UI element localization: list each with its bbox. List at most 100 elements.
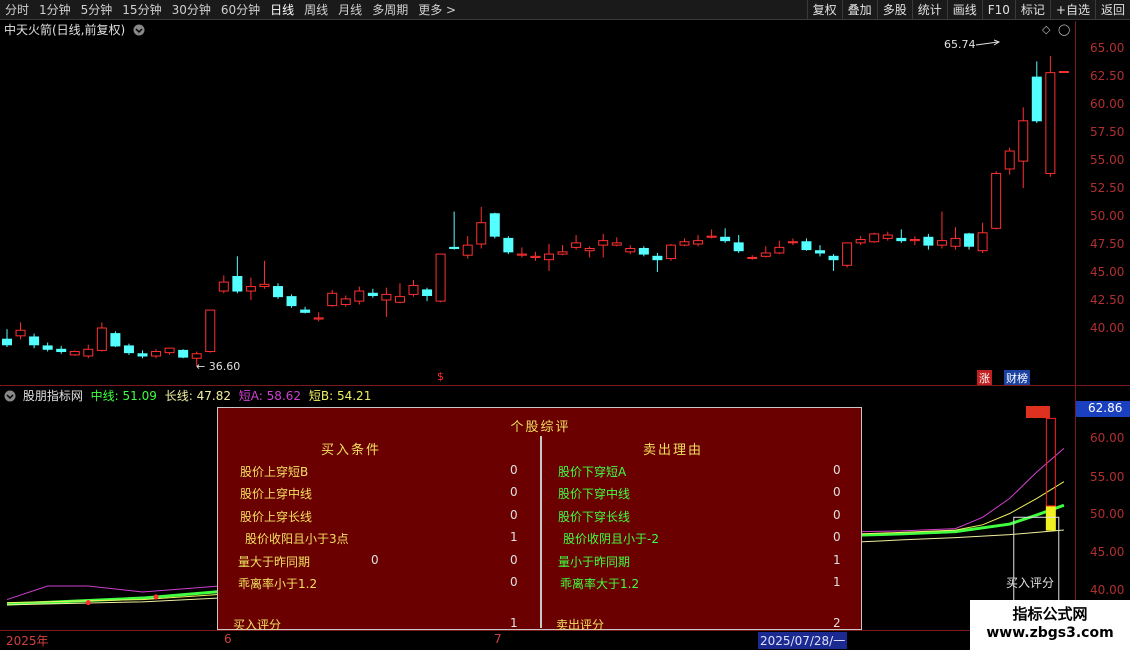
candle[interactable] xyxy=(652,252,663,272)
fuquan-button[interactable]: 复权 xyxy=(806,0,842,20)
candle[interactable] xyxy=(598,233,609,258)
candle[interactable] xyxy=(273,283,283,299)
candle[interactable] xyxy=(693,235,704,247)
candle[interactable] xyxy=(584,246,595,258)
candle[interactable] xyxy=(286,294,297,308)
candle[interactable] xyxy=(991,171,1002,230)
back-button[interactable]: 返回 xyxy=(1094,0,1130,20)
candle[interactable] xyxy=(909,236,920,246)
candle[interactable] xyxy=(245,277,256,300)
candle[interactable] xyxy=(1031,61,1042,124)
candle[interactable] xyxy=(706,229,717,239)
candle[interactable] xyxy=(842,242,853,268)
candle[interactable] xyxy=(1058,71,1069,74)
tab-period-15min[interactable]: 15分钟 xyxy=(117,0,166,20)
candle[interactable] xyxy=(367,288,378,298)
candle[interactable] xyxy=(164,347,175,355)
candle[interactable] xyxy=(1045,55,1056,177)
candle[interactable] xyxy=(950,227,961,250)
candle[interactable] xyxy=(110,331,121,348)
candle[interactable] xyxy=(896,229,907,243)
candle[interactable] xyxy=(801,238,812,251)
zhang-badge[interactable]: 涨 xyxy=(977,370,992,386)
candle[interactable] xyxy=(774,240,785,255)
candle[interactable] xyxy=(313,312,324,322)
candle[interactable] xyxy=(855,236,866,246)
candle[interactable] xyxy=(476,207,487,249)
tab-period-multi[interactable]: 多周期 xyxy=(367,0,413,20)
tab-period-5min[interactable]: 5分钟 xyxy=(76,0,118,20)
candle[interactable] xyxy=(327,289,338,307)
candle[interactable] xyxy=(964,232,975,250)
tab-period-fenshi[interactable]: 分时 xyxy=(0,0,34,20)
caibang-badge[interactable]: 财榜 xyxy=(1004,370,1030,386)
candle[interactable] xyxy=(300,306,311,314)
candle[interactable] xyxy=(720,228,731,243)
chevron-down-icon[interactable] xyxy=(4,390,16,402)
chevron-down-icon[interactable] xyxy=(133,24,145,36)
candlestick-chart[interactable]: 中天火箭(日线,前复权) ◇ ◯ 65.74 ← 36.60 $ 涨 财榜 xyxy=(0,21,1075,386)
candle[interactable] xyxy=(56,345,67,354)
candle[interactable] xyxy=(923,233,934,250)
candle[interactable] xyxy=(1018,107,1029,188)
tab-period-60min[interactable]: 60分钟 xyxy=(216,0,265,20)
candle[interactable] xyxy=(679,238,690,247)
tab-period-30min[interactable]: 30分钟 xyxy=(167,0,216,20)
candle[interactable] xyxy=(69,350,80,356)
candle[interactable] xyxy=(340,295,351,307)
stats-button[interactable]: 统计 xyxy=(911,0,947,20)
candle[interactable] xyxy=(218,275,229,294)
candle[interactable] xyxy=(828,254,839,271)
candle[interactable] xyxy=(408,279,419,297)
candle[interactable] xyxy=(760,246,771,258)
candle[interactable] xyxy=(354,286,365,305)
candle[interactable] xyxy=(123,343,134,355)
candle[interactable] xyxy=(977,222,988,253)
candle[interactable] xyxy=(489,212,500,239)
candle[interactable] xyxy=(557,245,568,256)
candle[interactable] xyxy=(83,344,94,359)
candle[interactable] xyxy=(462,236,473,259)
candle[interactable] xyxy=(394,283,405,304)
candle[interactable] xyxy=(15,322,26,340)
candle[interactable] xyxy=(381,287,392,317)
candle[interactable] xyxy=(869,232,880,243)
candlestick-plot[interactable] xyxy=(0,21,1075,385)
candle[interactable] xyxy=(516,247,527,258)
candle[interactable] xyxy=(205,309,216,353)
candle[interactable] xyxy=(2,329,12,348)
draw-line-button[interactable]: 画线 xyxy=(946,0,982,20)
candle[interactable] xyxy=(96,322,107,352)
candle[interactable] xyxy=(733,235,744,253)
candle[interactable] xyxy=(503,236,514,255)
candle[interactable] xyxy=(449,211,460,250)
tab-period-weekly[interactable]: 周线 xyxy=(299,0,333,20)
candle[interactable] xyxy=(665,244,676,261)
candle[interactable] xyxy=(747,255,758,260)
overlay-button[interactable]: 叠加 xyxy=(841,0,877,20)
candle[interactable] xyxy=(137,350,148,359)
candle[interactable] xyxy=(178,349,189,359)
candle[interactable] xyxy=(571,235,582,250)
candle[interactable] xyxy=(1004,147,1015,175)
tab-period-1min[interactable]: 1分钟 xyxy=(34,0,76,20)
candle[interactable] xyxy=(787,238,798,246)
multi-stock-button[interactable]: 多股 xyxy=(876,0,912,20)
add-watchlist-button[interactable]: +自选 xyxy=(1049,0,1095,20)
candle[interactable] xyxy=(530,251,541,261)
candle[interactable] xyxy=(936,211,947,249)
candle[interactable] xyxy=(232,256,243,294)
candle[interactable] xyxy=(625,245,636,255)
candle[interactable] xyxy=(882,231,893,241)
candle[interactable] xyxy=(638,246,649,257)
candle[interactable] xyxy=(259,260,270,289)
f10-button[interactable]: F10 xyxy=(981,0,1015,20)
tab-period-more[interactable]: 更多 > xyxy=(413,0,461,20)
diamond-icon[interactable]: ◇ xyxy=(1042,23,1050,36)
candle[interactable] xyxy=(422,287,433,302)
candle[interactable] xyxy=(151,349,162,359)
settings-icon[interactable]: ◯ xyxy=(1058,23,1070,36)
candle[interactable] xyxy=(435,253,446,303)
candle[interactable] xyxy=(29,333,40,349)
mark-button[interactable]: 标记 xyxy=(1014,0,1050,20)
